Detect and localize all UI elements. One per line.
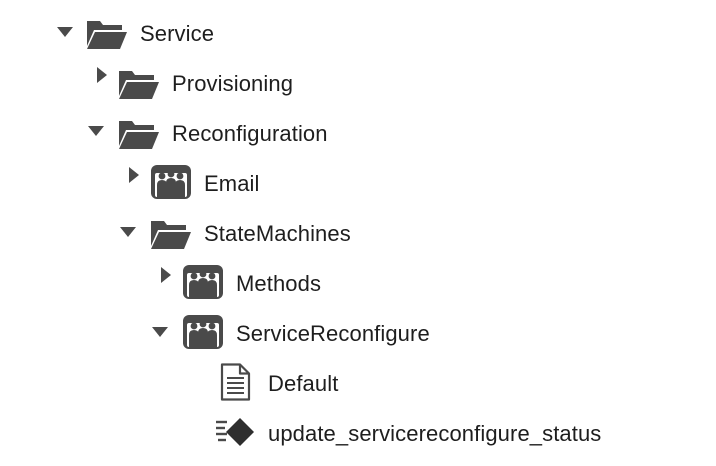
document-icon	[214, 363, 256, 401]
tree-node-label: Email	[204, 171, 260, 196]
folder-open-icon	[118, 116, 160, 152]
tree-node-label: Provisioning	[172, 71, 294, 96]
folder-open-icon	[86, 16, 128, 52]
tree-node-label: StateMachines	[204, 221, 351, 246]
caret-down-icon[interactable]	[57, 24, 73, 40]
tree-node-label: Methods	[236, 271, 322, 296]
caret-right-icon[interactable]	[158, 267, 174, 283]
tree-node-label: Reconfiguration	[172, 121, 328, 146]
caret-down-icon[interactable]	[152, 324, 168, 340]
tree-node-label: ServiceReconfigure	[236, 321, 430, 346]
class-icon	[150, 164, 192, 200]
tree-node-label: Default	[268, 371, 339, 396]
explorer-tree: Service Provisioning Reconfiguration Ema…	[0, 0, 716, 466]
caret-right-icon[interactable]	[126, 167, 142, 183]
folder-open-icon	[150, 216, 192, 252]
caret-down-icon[interactable]	[120, 224, 136, 240]
tree-node-label: update_servicereconfigure_status	[268, 421, 602, 446]
tree-node-label: Service	[140, 21, 215, 46]
caret-down-icon[interactable]	[88, 123, 104, 139]
caret-right-icon[interactable]	[94, 67, 110, 83]
folder-open-icon	[118, 66, 160, 102]
class-icon	[182, 264, 224, 300]
class-icon	[182, 314, 224, 350]
method-icon	[214, 414, 256, 450]
